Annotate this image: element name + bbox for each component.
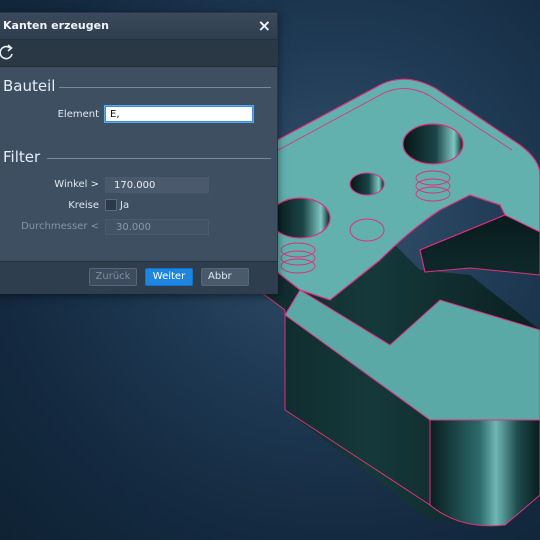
durchmesser-label: Durchmesser < — [21, 221, 99, 232]
kanten-erzeugen-dialog: Kanten erzeugen × Bauteil Element Filter… — [0, 12, 278, 294]
dialog-footer: Zurück Weiter Abbr — [0, 261, 277, 294]
winkel-input[interactable] — [105, 177, 209, 193]
durchmesser-input[interactable] — [105, 219, 209, 235]
part-slot — [419, 214, 540, 276]
dialog-titlebar[interactable]: Kanten erzeugen × — [0, 13, 277, 40]
part-front-curve — [429, 419, 540, 527]
element-input[interactable] — [105, 106, 253, 122]
kreise-checkbox-label: Ja — [120, 200, 130, 211]
cancel-button[interactable]: Abbr — [201, 268, 249, 286]
winkel-label: Winkel > — [54, 179, 99, 190]
refresh-icon[interactable] — [0, 44, 15, 62]
dialog-toolbar — [0, 40, 277, 67]
kreise-checkbox[interactable] — [105, 199, 117, 211]
section-title-bauteil: Bauteil — [3, 77, 56, 95]
section-divider — [47, 158, 271, 159]
dialog-title: Kanten erzeugen — [3, 19, 109, 32]
section-title-filter: Filter — [3, 148, 41, 166]
section-divider — [59, 87, 271, 88]
close-icon[interactable]: × — [258, 16, 271, 35]
kreise-label: Kreise — [68, 200, 99, 211]
part-hole-small-top — [349, 172, 385, 196]
element-label: Element — [57, 109, 99, 120]
back-button[interactable]: Zurück — [89, 268, 137, 286]
next-button[interactable]: Weiter — [145, 268, 193, 286]
